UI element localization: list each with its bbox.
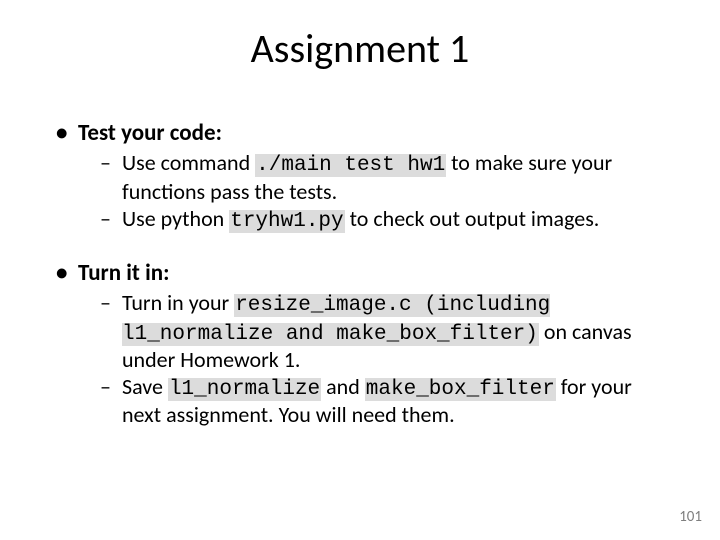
text-fragment: Use command: [122, 149, 255, 176]
section-header: Test your code:: [56, 120, 666, 146]
bullet-item: Save l1_normalize and make_box_filter fo…: [100, 374, 666, 427]
text-fragment: Save: [122, 373, 168, 400]
text-fragment: to check out output images.: [345, 205, 600, 232]
section-turnin: Turn it in: Turn in your resize_image.c …: [56, 260, 666, 427]
text-fragment: and: [321, 373, 365, 400]
code-fragment: l1_normalize: [168, 378, 321, 401]
code-fragment: ./main test hw1: [255, 154, 446, 177]
section-header: Turn it in:: [56, 260, 666, 286]
slide-body: Test your code: Use command ./main test …: [56, 120, 666, 433]
bullet-item: Use python tryhw1.py to check out output…: [100, 206, 666, 234]
text-fragment: Use python: [122, 205, 229, 232]
text-fragment: Turn in your: [122, 289, 234, 316]
slide-title: Assignment 1: [0, 24, 720, 73]
code-fragment: tryhw1.py: [229, 210, 344, 233]
section-test: Test your code: Use command ./main test …: [56, 120, 666, 234]
slide: Assignment 1 Test your code: Use command…: [0, 0, 720, 540]
code-fragment: make_box_filter: [365, 378, 556, 401]
bullet-item: Use command ./main test hw1 to make sure…: [100, 150, 666, 203]
bullet-item: Turn in your resize_image.c (including l…: [100, 290, 666, 372]
page-number: 101: [679, 508, 702, 526]
